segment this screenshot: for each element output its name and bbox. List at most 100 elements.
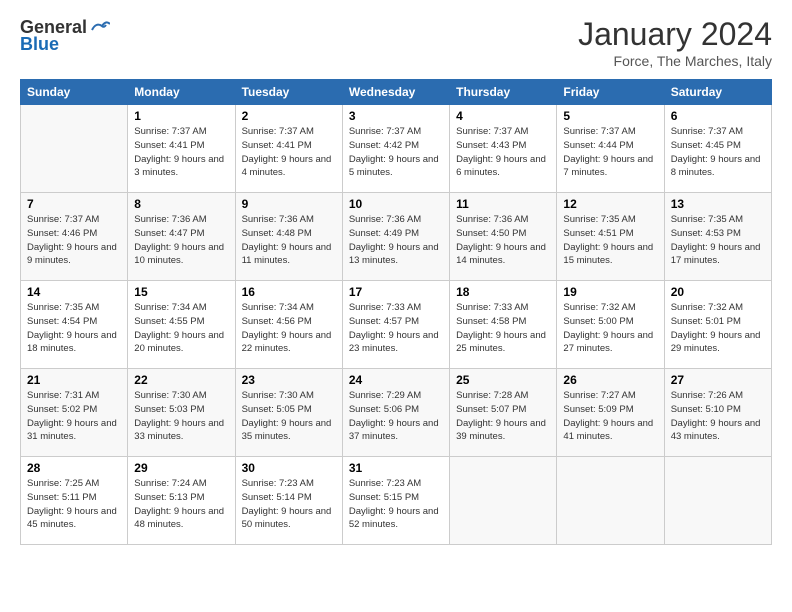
table-row: 13 Sunrise: 7:35 AM Sunset: 4:53 PM Dayli… (664, 193, 771, 281)
day-number: 3 (349, 109, 443, 123)
day-info: Sunrise: 7:27 AM Sunset: 5:09 PM Dayligh… (563, 389, 657, 444)
table-row: 22 Sunrise: 7:30 AM Sunset: 5:03 PM Dayli… (128, 369, 235, 457)
day-info: Sunrise: 7:30 AM Sunset: 5:03 PM Dayligh… (134, 389, 228, 444)
table-row (557, 457, 664, 545)
calendar-table: Sunday Monday Tuesday Wednesday Thursday… (20, 79, 772, 545)
table-row: 28Sunrise: 7:25 AM Sunset: 5:11 PM Dayli… (21, 457, 128, 545)
table-row: 23 Sunrise: 7:30 AM Sunset: 5:05 PM Dayli… (235, 369, 342, 457)
day-info: Sunrise: 7:23 AM Sunset: 5:14 PM Dayligh… (242, 477, 336, 532)
col-thursday: Thursday (450, 80, 557, 105)
table-row: 4 Sunrise: 7:37 AM Sunset: 4:43 PM Daylig… (450, 105, 557, 193)
day-info: Sunrise: 7:26 AM Sunset: 5:10 PM Dayligh… (671, 389, 765, 444)
day-number: 10 (349, 197, 443, 211)
day-number: 24 (349, 373, 443, 387)
table-row: 18 Sunrise: 7:33 AM Sunset: 4:58 PM Dayli… (450, 281, 557, 369)
day-number: 29 (134, 461, 228, 475)
table-row: 6Sunrise: 7:37 AM Sunset: 4:45 PM Daylig… (664, 105, 771, 193)
day-info: Sunrise: 7:35 AM Sunset: 4:53 PM Dayligh… (671, 213, 765, 268)
table-row: 9Sunrise: 7:36 AM Sunset: 4:48 PM Daylig… (235, 193, 342, 281)
table-row (450, 457, 557, 545)
table-row: 20 Sunrise: 7:32 AM Sunset: 5:01 PM Dayli… (664, 281, 771, 369)
day-info: Sunrise: 7:35 AM Sunset: 4:54 PM Dayligh… (27, 301, 121, 356)
table-row: 19 Sunrise: 7:32 AM Sunset: 5:00 PM Dayli… (557, 281, 664, 369)
day-number: 28 (27, 461, 121, 475)
table-row: 8Sunrise: 7:36 AM Sunset: 4:47 PM Daylig… (128, 193, 235, 281)
table-row: 7 Sunrise: 7:37 AM Sunset: 4:46 PM Daylig… (21, 193, 128, 281)
day-info: Sunrise: 7:30 AM Sunset: 5:05 PM Dayligh… (242, 389, 336, 444)
day-info: Sunrise: 7:37 AM Sunset: 4:46 PM Dayligh… (27, 213, 121, 268)
day-info: Sunrise: 7:36 AM Sunset: 4:47 PM Dayligh… (134, 213, 228, 268)
day-info: Sunrise: 7:33 AM Sunset: 4:57 PM Dayligh… (349, 301, 443, 356)
day-number: 17 (349, 285, 443, 299)
table-row: 5 Sunrise: 7:37 AM Sunset: 4:44 PM Daylig… (557, 105, 664, 193)
day-number: 22 (134, 373, 228, 387)
day-info: Sunrise: 7:33 AM Sunset: 4:58 PM Dayligh… (456, 301, 550, 356)
location: Force, The Marches, Italy (578, 53, 772, 69)
table-row: 27 Sunrise: 7:26 AM Sunset: 5:10 PM Dayli… (664, 369, 771, 457)
header: General Blue January 2024 Force, The Mar… (20, 16, 772, 69)
day-number: 16 (242, 285, 336, 299)
day-number: 20 (671, 285, 765, 299)
logo: General Blue (20, 16, 110, 55)
col-wednesday: Wednesday (342, 80, 449, 105)
table-row: 11Sunrise: 7:36 AM Sunset: 4:50 PM Dayli… (450, 193, 557, 281)
table-row: 26 Sunrise: 7:27 AM Sunset: 5:09 PM Dayli… (557, 369, 664, 457)
logo-icon (88, 16, 110, 38)
day-number: 30 (242, 461, 336, 475)
col-monday: Monday (128, 80, 235, 105)
table-row: 24 Sunrise: 7:29 AM Sunset: 5:06 PM Dayli… (342, 369, 449, 457)
table-row: 30 Sunrise: 7:23 AM Sunset: 5:14 PM Dayli… (235, 457, 342, 545)
day-info: Sunrise: 7:31 AM Sunset: 5:02 PM Dayligh… (27, 389, 121, 444)
day-number: 12 (563, 197, 657, 211)
day-info: Sunrise: 7:29 AM Sunset: 5:06 PM Dayligh… (349, 389, 443, 444)
day-info: Sunrise: 7:37 AM Sunset: 4:43 PM Dayligh… (456, 125, 550, 180)
day-number: 1 (134, 109, 228, 123)
table-row: 3 Sunrise: 7:37 AM Sunset: 4:42 PM Daylig… (342, 105, 449, 193)
day-number: 5 (563, 109, 657, 123)
day-number: 4 (456, 109, 550, 123)
table-row: 1 Sunrise: 7:37 AM Sunset: 4:41 PM Daylig… (128, 105, 235, 193)
day-number: 26 (563, 373, 657, 387)
day-info: Sunrise: 7:35 AM Sunset: 4:51 PM Dayligh… (563, 213, 657, 268)
day-number: 2 (242, 109, 336, 123)
day-number: 18 (456, 285, 550, 299)
month-title: January 2024 (578, 16, 772, 53)
table-row: 21 Sunrise: 7:31 AM Sunset: 5:02 PM Dayli… (21, 369, 128, 457)
table-row: 25 Sunrise: 7:28 AM Sunset: 5:07 PM Dayli… (450, 369, 557, 457)
day-number: 23 (242, 373, 336, 387)
day-info: Sunrise: 7:36 AM Sunset: 4:48 PM Dayligh… (242, 213, 336, 268)
col-tuesday: Tuesday (235, 80, 342, 105)
table-row: 2Sunrise: 7:37 AM Sunset: 4:41 PM Daylig… (235, 105, 342, 193)
day-number: 21 (27, 373, 121, 387)
title-block: January 2024 Force, The Marches, Italy (578, 16, 772, 69)
day-number: 19 (563, 285, 657, 299)
day-number: 31 (349, 461, 443, 475)
day-info: Sunrise: 7:36 AM Sunset: 4:49 PM Dayligh… (349, 213, 443, 268)
day-number: 25 (456, 373, 550, 387)
col-sunday: Sunday (21, 80, 128, 105)
table-row: 29 Sunrise: 7:24 AM Sunset: 5:13 PM Dayli… (128, 457, 235, 545)
day-info: Sunrise: 7:23 AM Sunset: 5:15 PM Dayligh… (349, 477, 443, 532)
day-info: Sunrise: 7:37 AM Sunset: 4:41 PM Dayligh… (134, 125, 228, 180)
day-info: Sunrise: 7:32 AM Sunset: 5:00 PM Dayligh… (563, 301, 657, 356)
col-saturday: Saturday (664, 80, 771, 105)
table-row (664, 457, 771, 545)
day-info: Sunrise: 7:34 AM Sunset: 4:56 PM Dayligh… (242, 301, 336, 356)
day-number: 15 (134, 285, 228, 299)
day-number: 14 (27, 285, 121, 299)
day-number: 6 (671, 109, 765, 123)
day-info: Sunrise: 7:24 AM Sunset: 5:13 PM Dayligh… (134, 477, 228, 532)
day-number: 13 (671, 197, 765, 211)
day-info: Sunrise: 7:28 AM Sunset: 5:07 PM Dayligh… (456, 389, 550, 444)
table-row: 12 Sunrise: 7:35 AM Sunset: 4:51 PM Dayli… (557, 193, 664, 281)
logo-blue: Blue (20, 34, 59, 55)
day-number: 11 (456, 197, 550, 211)
day-info: Sunrise: 7:32 AM Sunset: 5:01 PM Dayligh… (671, 301, 765, 356)
day-info: Sunrise: 7:37 AM Sunset: 4:44 PM Dayligh… (563, 125, 657, 180)
day-number: 27 (671, 373, 765, 387)
page-container: General Blue January 2024 Force, The Mar… (0, 0, 792, 557)
day-number: 7 (27, 197, 121, 211)
day-info: Sunrise: 7:34 AM Sunset: 4:55 PM Dayligh… (134, 301, 228, 356)
day-info: Sunrise: 7:37 AM Sunset: 4:42 PM Dayligh… (349, 125, 443, 180)
table-row: 31 Sunrise: 7:23 AM Sunset: 5:15 PM Dayli… (342, 457, 449, 545)
